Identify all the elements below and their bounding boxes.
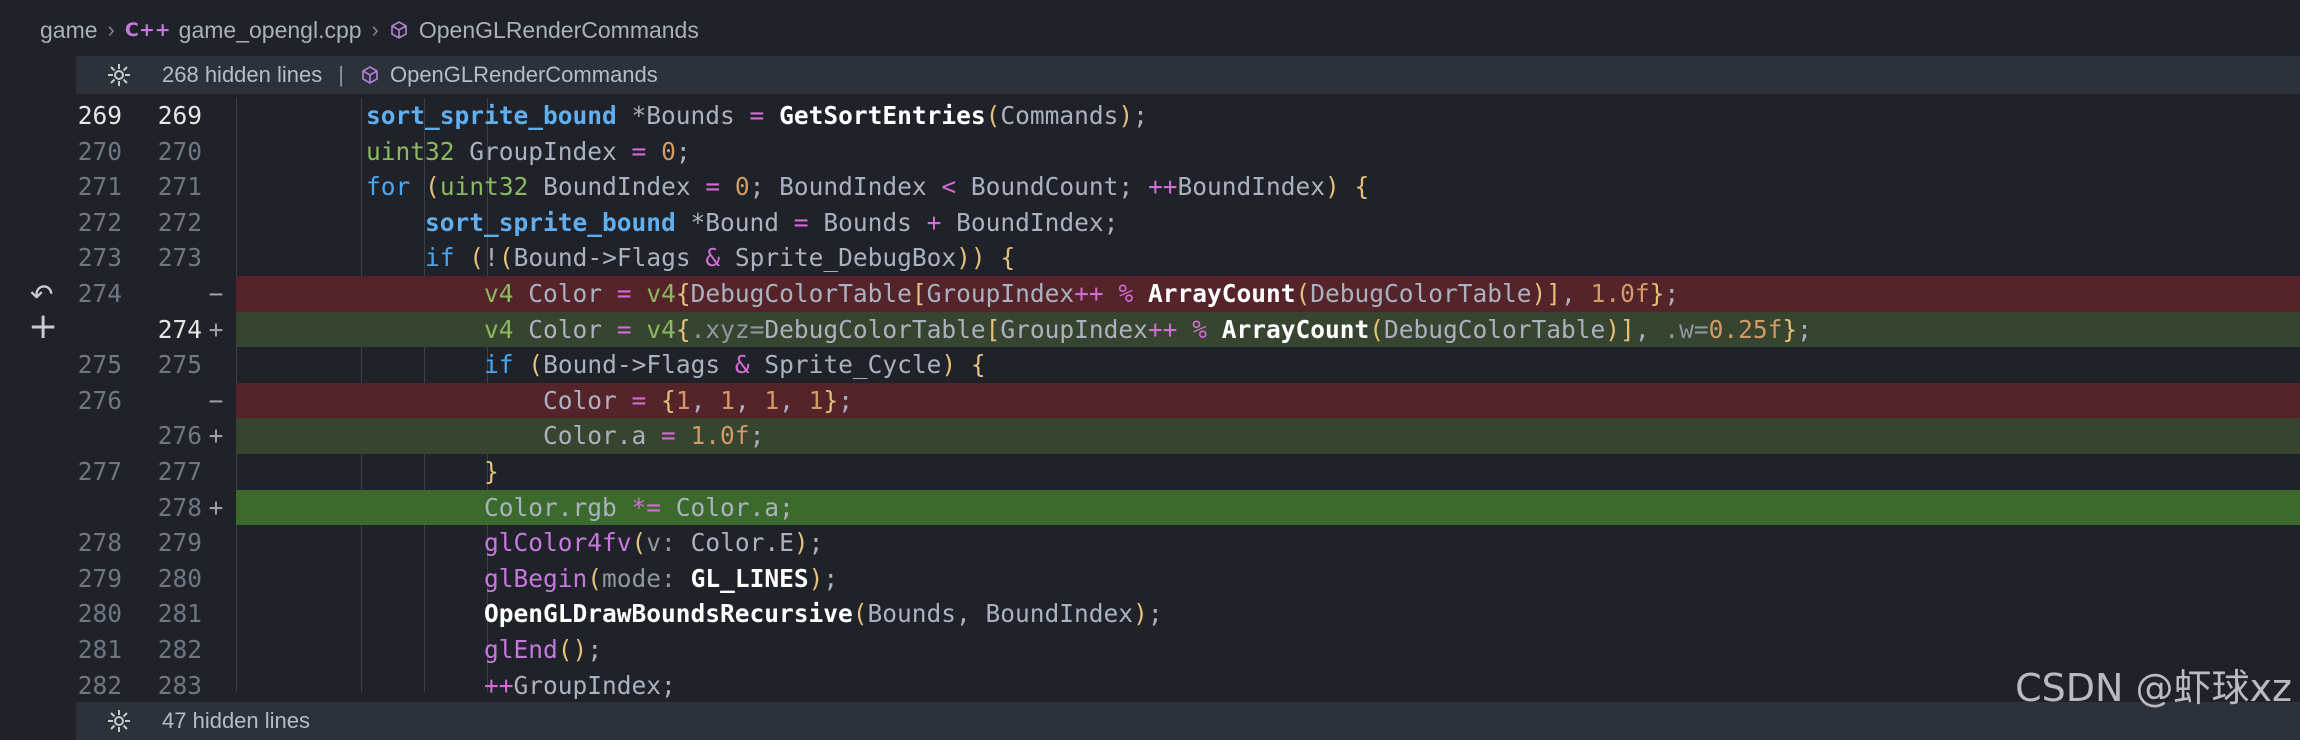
- code-text[interactable]: Color.rgb *= Color.a;: [248, 490, 794, 526]
- chevron-right-icon: ›: [371, 17, 379, 42]
- hidden-lines-bottom-bar[interactable]: 47 hidden lines: [76, 702, 2300, 740]
- diff-marker: +: [208, 314, 224, 344]
- new-line-number: 269: [157, 101, 202, 130]
- gear-icon[interactable]: [107, 709, 131, 733]
- code-text[interactable]: if (!(Bound->Flags & Sprite_DebugBox)) {: [248, 240, 1015, 276]
- code-text[interactable]: Color = {1, 1, 1, 1};: [248, 383, 853, 419]
- symbol-cube-icon: [391, 21, 407, 39]
- code-text[interactable]: glColor4fv(v: Color.E);: [248, 525, 823, 561]
- new-line-number: 276: [157, 421, 202, 451]
- symbol-cube-icon: [362, 66, 378, 84]
- code-line[interactable]: 276 + Color.a = 1.0f;: [0, 418, 2300, 454]
- diff-marker: +: [208, 421, 224, 451]
- code-line[interactable]: 279 280 glBegin(mode: GL_LINES);: [0, 561, 2300, 597]
- breadcrumb-item-file[interactable]: game_opengl.cpp: [179, 17, 362, 44]
- new-line-number: 277: [157, 457, 202, 486]
- old-line-number: 271: [77, 172, 122, 202]
- code-text[interactable]: sort_sprite_bound *Bound = Bounds + Boun…: [248, 205, 1118, 241]
- code-line[interactable]: 271 271 for (uint32 BoundIndex = 0; Bound…: [0, 169, 2300, 205]
- code-text[interactable]: glEnd();: [248, 632, 602, 668]
- code-text[interactable]: if (Bound->Flags & Sprite_Cycle) {: [248, 347, 986, 383]
- old-line-number: 280: [77, 599, 122, 629]
- new-line-number: 281: [157, 599, 202, 629]
- diff-marker: +: [208, 492, 224, 522]
- new-line-number: 279: [157, 528, 202, 558]
- chevron-right-icon: ›: [107, 17, 115, 42]
- code-text[interactable]: sort_sprite_bound *Bounds = GetSortEntri…: [248, 98, 1148, 134]
- code-line[interactable]: 276 − Color = {1, 1, 1, 1};: [0, 382, 2300, 419]
- code-line[interactable]: 280 281 OpenGLDrawBoundsRecursive(Bounds,…: [0, 596, 2300, 632]
- code-text[interactable]: Color.a = 1.0f;: [248, 418, 764, 454]
- old-line-number: 275: [77, 350, 122, 380]
- hidden-lines-count: 268 hidden lines: [162, 62, 323, 87]
- code-line[interactable]: 282 283 ++GroupIndex;: [0, 668, 2300, 704]
- new-line-number: 271: [157, 172, 202, 202]
- code-line[interactable]: 281 282 glEnd();: [0, 632, 2300, 668]
- new-line-number: 278: [157, 492, 202, 522]
- diff-marker: −: [208, 385, 224, 415]
- code-line[interactable]: 269 269 sort_sprite_bound *Bounds = GetSo…: [0, 98, 2300, 134]
- hidden-lines-symbol: OpenGLRenderCommands: [389, 62, 658, 87]
- hidden-lines-count: 47 hidden lines: [162, 708, 311, 733]
- code-text[interactable]: uint32 GroupIndex = 0;: [248, 134, 691, 170]
- new-line-number: 275: [157, 350, 202, 380]
- gear-icon[interactable]: [107, 63, 131, 87]
- code-text[interactable]: for (uint32 BoundIndex = 0; BoundIndex <…: [248, 169, 1369, 205]
- old-line-number: 274: [77, 279, 122, 308]
- code-line[interactable]: 274 − v4 Color = v4{DebugColorTable[Group…: [0, 276, 2300, 312]
- code-text[interactable]: OpenGLDrawBoundsRecursive(Bounds, BoundI…: [248, 596, 1163, 632]
- code-text[interactable]: ++GroupIndex;: [248, 668, 676, 704]
- code-line[interactable]: 273 273 if (!(Bound->Flags & Sprite_Debug…: [0, 240, 2300, 276]
- code-line[interactable]: 277 277 }: [0, 454, 2300, 490]
- old-line-number: 273: [77, 243, 122, 273]
- separator: |: [338, 62, 344, 87]
- breadcrumb-item-symbol[interactable]: OpenGLRenderCommands: [419, 17, 699, 44]
- code-line[interactable]: 275 275 if (Bound->Flags & Sprite_Cycle) …: [0, 347, 2300, 383]
- old-line-number: 282: [77, 670, 122, 700]
- code-text[interactable]: v4 Color = v4{DebugColorTable[GroupIndex…: [248, 276, 1679, 312]
- watermark: CSDN @虾球xz: [2015, 666, 2292, 710]
- old-line-number: 278: [77, 528, 122, 558]
- cpp-file-icon: C++: [124, 19, 171, 41]
- code-line[interactable]: 272 272 sort_sprite_bound *Bound = Bounds…: [0, 205, 2300, 241]
- old-line-number: 269: [77, 101, 122, 130]
- new-line-number: 272: [157, 207, 202, 237]
- code-line[interactable]: 278 + Color.rgb *= Color.a;: [0, 489, 2300, 526]
- new-line-number: 283: [157, 670, 202, 700]
- new-line-number: 274: [157, 314, 202, 344]
- new-line-number: 280: [157, 563, 202, 593]
- code-line[interactable]: 274 + v4 Color = v4{.xyz=DebugColorTable[…: [0, 311, 2300, 348]
- code-text[interactable]: glBegin(mode: GL_LINES);: [248, 561, 838, 597]
- old-line-number: 279: [77, 563, 122, 593]
- breadcrumb-item-game[interactable]: game: [40, 17, 98, 44]
- old-line-number: 277: [77, 457, 122, 486]
- old-line-number: 281: [77, 635, 122, 664]
- new-line-number: 273: [157, 243, 202, 273]
- code-text[interactable]: v4 Color = v4{.xyz=DebugColorTable[Group…: [248, 312, 1812, 348]
- code-line[interactable]: 278 279 glColor4fv(v: Color.E);: [0, 525, 2300, 561]
- hidden-lines-top-bar[interactable]: 268 hidden lines | OpenGLRenderCommands: [76, 56, 2300, 94]
- new-line-number: 282: [157, 635, 202, 664]
- old-line-number: 272: [77, 207, 122, 237]
- old-line-number: 270: [77, 136, 122, 166]
- code-text[interactable]: }: [248, 454, 499, 490]
- new-line-number: 270: [157, 136, 202, 166]
- breadcrumb: game › C++ game_opengl.cpp › OpenGLRende…: [0, 0, 2300, 60]
- old-line-number: 276: [77, 385, 122, 415]
- code-line[interactable]: 270 270 uint32 GroupIndex = 0;: [0, 134, 2300, 170]
- diff-marker: −: [208, 279, 224, 308]
